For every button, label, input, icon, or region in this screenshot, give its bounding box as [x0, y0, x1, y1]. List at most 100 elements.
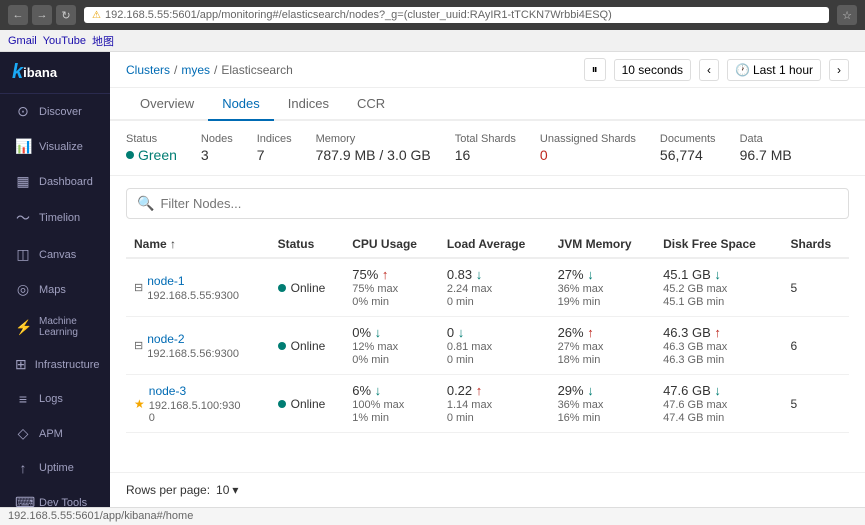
tab-overview[interactable]: Overview [126, 88, 208, 121]
rows-footer: Rows per page: 10 ▾ [110, 472, 865, 507]
chevron-down-icon: ▾ [232, 483, 238, 497]
sidebar-item-discover[interactable]: ⊙ Discover [0, 94, 110, 129]
sidebar-item-infrastructure[interactable]: ⊞ Infrastructure [0, 347, 110, 382]
sidebar-item-maps[interactable]: ◎ Maps [0, 272, 110, 307]
maps-link[interactable]: 地图 [92, 33, 114, 49]
rows-select-button[interactable]: 10 ▾ [216, 483, 238, 497]
forward-button[interactable]: → [32, 5, 52, 25]
node-1-ip: 192.168.5.55:9300 [147, 290, 239, 302]
cell-load: 0.83 ↓ 2.24 max 0 min [439, 258, 550, 317]
breadcrumb: Clusters / myes / Elasticsearch [126, 63, 293, 77]
status-value: Green [126, 147, 177, 163]
memory-value: 787.9 MB / 3.0 GB [316, 147, 431, 163]
cell-jvm: 29% ↓ 36% max 16% min [550, 375, 656, 433]
tab-indices[interactable]: Indices [274, 88, 343, 121]
nodes-table: Name ↑ Status CPU Usage Load Average JVM… [126, 231, 849, 433]
status-online-icon [278, 342, 286, 350]
time-range-button[interactable]: 🕐 Last 1 hour [727, 59, 821, 81]
next-time-button[interactable]: › [829, 59, 849, 81]
cpu-sub: 12% max [352, 341, 431, 353]
node-2-link[interactable]: node-2 [147, 332, 184, 346]
sidebar-item-canvas[interactable]: ◫ Canvas [0, 237, 110, 272]
app-layout: kibana ⊙ Discover 📊 Visualize ▦ Dashboar… [0, 52, 865, 507]
table-row: ⊟ node-2 192.168.5.56:9300 Online [126, 317, 849, 375]
sidebar-item-devtools[interactable]: ⌨ Dev Tools [0, 485, 110, 507]
youtube-link[interactable]: YouTube [43, 35, 86, 47]
discover-icon: ⊙ [15, 103, 31, 120]
gmail-link[interactable]: Gmail [8, 35, 37, 47]
jvm-sub2: 18% min [558, 354, 648, 366]
browser-chrome: ← → ↻ ⚠ 192.168.5.55:5601/app/monitoring… [0, 0, 865, 30]
node-2-ip: 192.168.5.56:9300 [147, 348, 239, 360]
load-sub2: 0 min [447, 354, 542, 366]
sidebar-item-logs[interactable]: ≡ Logs [0, 382, 110, 416]
documents-label: Documents [660, 133, 716, 145]
bookmark-button[interactable]: ☆ [837, 5, 857, 25]
sidebar-item-label: Discover [39, 106, 82, 118]
dashboard-icon: ▦ [15, 173, 31, 190]
tab-nodes[interactable]: Nodes [208, 88, 274, 121]
breadcrumb-sep: / [174, 63, 177, 77]
back-button[interactable]: ← [8, 5, 28, 25]
node-1-link[interactable]: node-1 [147, 274, 184, 288]
load-sub: 1.14 max [447, 399, 542, 411]
sidebar-item-label: Visualize [39, 141, 83, 153]
sidebar-item-label: Dashboard [39, 176, 93, 188]
sidebar-item-uptime[interactable]: ↑ Uptime [0, 451, 110, 485]
up-arrow-icon: ↑ [476, 383, 483, 398]
filter-bar[interactable]: 🔍 [126, 188, 849, 219]
down-arrow-icon: ↓ [587, 383, 594, 398]
sidebar-item-visualize[interactable]: 📊 Visualize [0, 129, 110, 164]
cell-node-name: ⊟ node-1 192.168.5.55:9300 [126, 258, 270, 317]
pause-button[interactable]: ⏸ [584, 58, 606, 81]
load-main: 0.22 ↑ [447, 383, 542, 398]
node-grid-icon: ⊟ [134, 281, 143, 294]
sidebar-item-ml[interactable]: ⚡ Machine Learning [0, 307, 110, 347]
jvm-sub: 36% max [558, 283, 648, 295]
timelion-icon: 〜 [15, 208, 31, 228]
green-dot-icon [126, 151, 134, 159]
breadcrumb-sep: / [214, 63, 217, 77]
node-grid-icon: ⊟ [134, 339, 143, 352]
sidebar-item-label: Machine Learning [39, 316, 98, 338]
cpu-sub: 100% max [352, 399, 431, 411]
refresh-button[interactable]: ↻ [56, 5, 76, 25]
filter-input[interactable] [160, 196, 838, 211]
load-sub: 0.81 max [447, 341, 542, 353]
stat-unassigned-shards: Unassigned Shards 0 [540, 133, 636, 163]
interval-button[interactable]: 10 seconds [614, 59, 691, 81]
tab-ccr[interactable]: CCR [343, 88, 399, 121]
sidebar-item-dashboard[interactable]: ▦ Dashboard [0, 164, 110, 199]
nav-tabs: Overview Nodes Indices CCR [110, 88, 865, 121]
cell-disk: 46.3 GB ↑ 46.3 GB max 46.3 GB min [655, 317, 782, 375]
col-header-cpu: CPU Usage [344, 231, 439, 258]
node-3-ip: 192.168.5.100:9300 [149, 400, 241, 424]
breadcrumb-myes[interactable]: myes [181, 63, 210, 77]
ml-icon: ⚡ [15, 319, 31, 336]
status-label: Online [291, 281, 326, 295]
cell-node-name: ★ node-3 192.168.5.100:9300 [126, 375, 270, 433]
breadcrumb-clusters[interactable]: Clusters [126, 63, 170, 77]
sidebar-item-apm[interactable]: ◇ APM [0, 416, 110, 451]
sidebar-item-timelion[interactable]: 〜 Timelion [0, 199, 110, 237]
col-header-name[interactable]: Name ↑ [126, 231, 270, 258]
node-3-link[interactable]: node-3 [149, 384, 186, 398]
apm-icon: ◇ [15, 425, 31, 442]
cpu-sub: 75% max [352, 283, 431, 295]
disk-sub2: 45.1 GB min [663, 296, 774, 308]
load-sub2: 0 min [447, 412, 542, 424]
sidebar-item-label: Maps [39, 284, 66, 296]
table-header-row: Name ↑ Status CPU Usage Load Average JVM… [126, 231, 849, 258]
jvm-sub: 36% max [558, 399, 648, 411]
logs-icon: ≡ [15, 391, 31, 407]
url-bar[interactable]: ⚠ 192.168.5.55:5601/app/monitoring#/elas… [84, 7, 829, 23]
load-main: 0 ↓ [447, 325, 542, 340]
cell-cpu: 6% ↓ 100% max 1% min [344, 375, 439, 433]
node-star-icon: ★ [134, 397, 145, 411]
jvm-main: 26% ↑ [558, 325, 648, 340]
status-url: 192.168.5.55:5601/app/kibana#/home [8, 510, 193, 522]
cell-jvm: 26% ↑ 27% max 18% min [550, 317, 656, 375]
prev-time-button[interactable]: ‹ [699, 59, 719, 81]
total-shards-label: Total Shards [455, 133, 516, 145]
main-content: 🔍 Name ↑ Status CPU Usage Load Average J… [110, 176, 865, 472]
